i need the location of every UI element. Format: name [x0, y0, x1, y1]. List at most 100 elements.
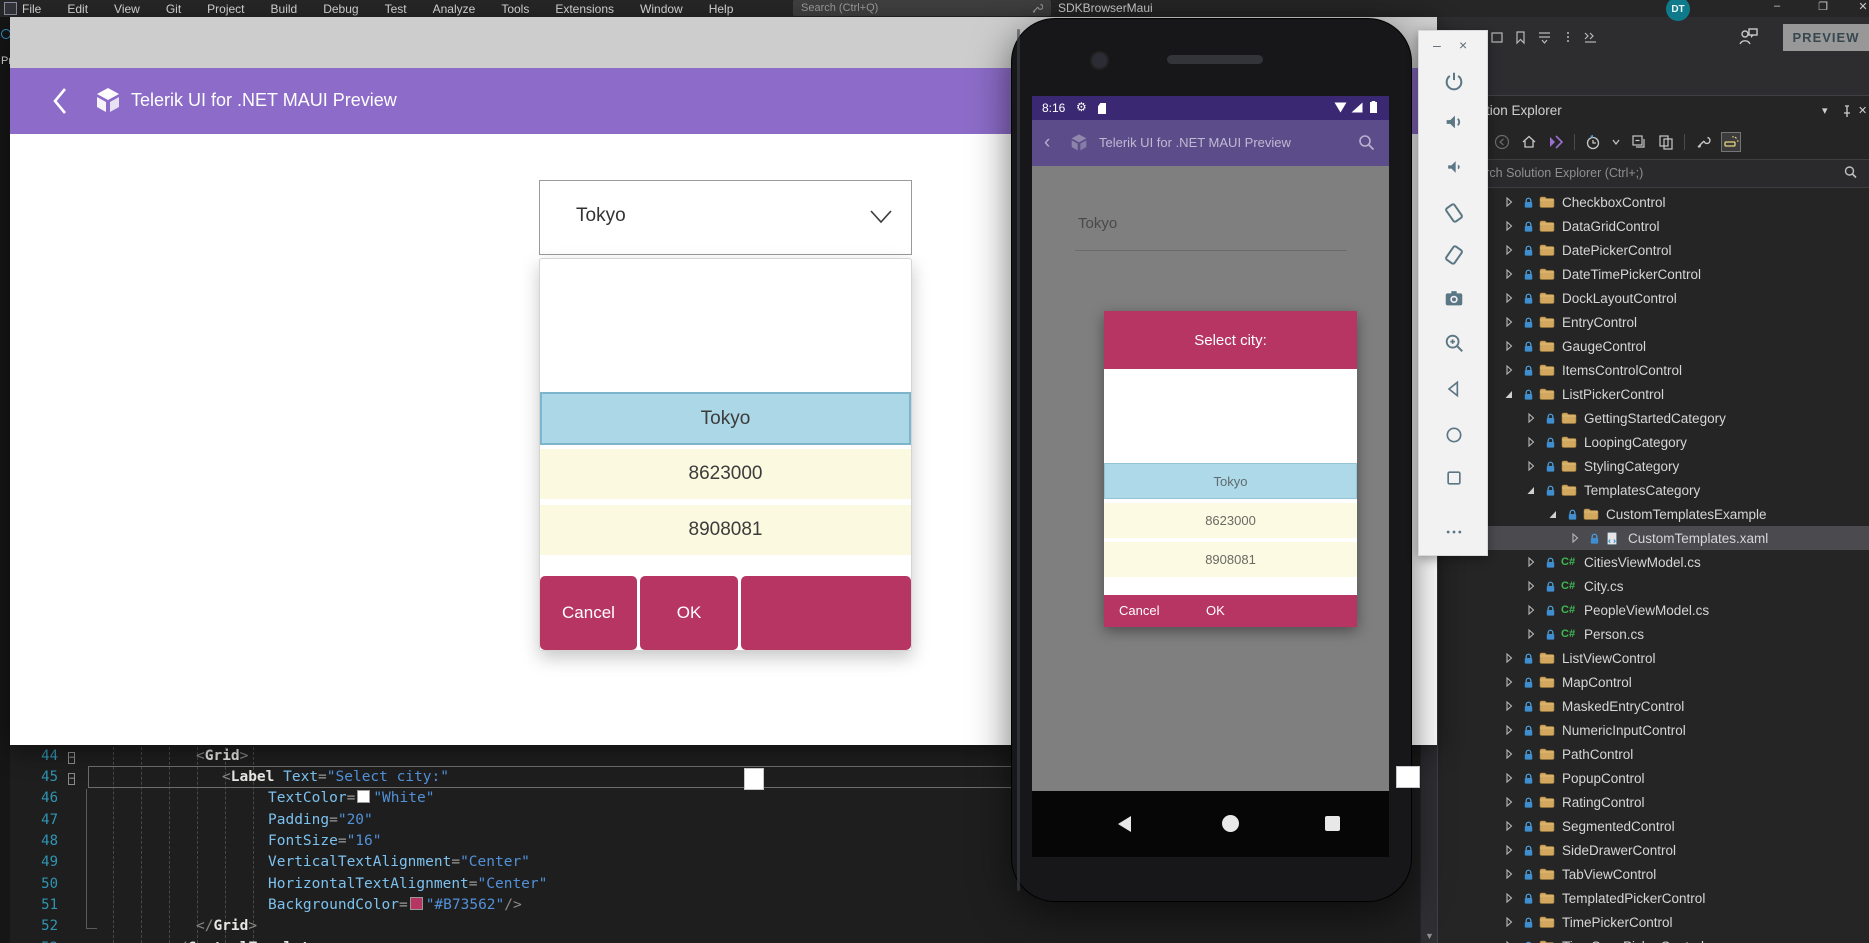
tree-item-mapcontrol[interactable]: MapControl — [1438, 670, 1869, 694]
back-icon[interactable] — [1442, 377, 1466, 401]
collapsed-arrow-icon[interactable] — [1526, 628, 1538, 640]
pin-icon[interactable] — [1841, 105, 1853, 118]
more-icon[interactable] — [1442, 520, 1466, 544]
cancel-button[interactable]: Cancel — [1119, 603, 1159, 618]
city-dropdown[interactable]: Tokyo — [539, 180, 912, 255]
editor-scrollbar[interactable]: ▼ — [1420, 745, 1437, 943]
feedback-icon[interactable] — [1737, 26, 1759, 46]
collapsed-arrow-icon[interactable] — [1504, 796, 1516, 808]
quick-search-box[interactable]: Search (Ctrl+Q) — [793, 0, 1051, 16]
restore-button[interactable]: ❐ — [1808, 0, 1838, 13]
tree-item-ratingcontrol[interactable]: RatingControl — [1438, 790, 1869, 814]
tree-item-checkboxcontrol[interactable]: CheckboxControl — [1438, 190, 1869, 214]
fold-collapse-icon[interactable]: − — [68, 769, 90, 786]
tree-item-docklayoutcontrol[interactable]: DockLayoutControl — [1438, 286, 1869, 310]
collapsed-arrow-icon[interactable] — [1504, 364, 1516, 376]
collapsed-arrow-icon[interactable] — [1504, 652, 1516, 664]
collapsed-arrow-icon[interactable] — [1504, 340, 1516, 352]
rotate-right-icon[interactable] — [1442, 243, 1466, 267]
dialog-item-8623000[interactable]: 8623000 — [1104, 503, 1357, 538]
menu-analyze[interactable]: Analyze — [433, 2, 476, 16]
menu-extensions[interactable]: Extensions — [555, 2, 614, 16]
tree-item-person-cs[interactable]: C# Person.cs — [1438, 622, 1869, 646]
frame-icon[interactable] — [1490, 30, 1505, 45]
search-icon[interactable] — [1358, 134, 1375, 151]
collapsed-arrow-icon[interactable] — [1526, 604, 1538, 616]
collapsed-arrow-icon[interactable] — [1504, 748, 1516, 760]
collapsed-arrow-icon[interactable] — [1504, 868, 1516, 880]
chevron-down-icon[interactable] — [1611, 133, 1621, 151]
collapsed-arrow-icon[interactable] — [1504, 916, 1516, 928]
tree-item-customtemplatesexample[interactable]: CustomTemplatesExample — [1438, 502, 1869, 526]
power-icon[interactable] — [1442, 69, 1466, 93]
camera-icon[interactable] — [1442, 286, 1466, 310]
step-lines-icon[interactable] — [1583, 30, 1599, 45]
tree-item-loopingcategory[interactable]: LoopingCategory — [1438, 430, 1869, 454]
ok-button[interactable]: OK — [640, 576, 738, 650]
collapsed-arrow-icon[interactable] — [1504, 772, 1516, 784]
menu-git[interactable]: Git — [166, 2, 181, 16]
collapsed-arrow-icon[interactable] — [1504, 724, 1516, 736]
menu-debug[interactable]: Debug — [323, 2, 358, 16]
dots-column-icon[interactable] — [1561, 30, 1576, 45]
picker-item-8908081[interactable]: 8908081 — [540, 505, 911, 555]
back-icon[interactable] — [50, 85, 70, 117]
properties-wrench-icon[interactable] — [1694, 133, 1712, 151]
tree-item-sidedrawercontrol[interactable]: SideDrawerControl — [1438, 838, 1869, 862]
tree-item-segmentedcontrol[interactable]: SegmentedControl — [1438, 814, 1869, 838]
close-icon[interactable]: ✕ — [1858, 104, 1867, 117]
rotate-left-icon[interactable] — [1442, 201, 1466, 225]
ok-button[interactable]: OK — [1206, 603, 1225, 618]
expanded-arrow-icon[interactable] — [1504, 388, 1516, 400]
phone-picker-value[interactable]: Tokyo — [1078, 215, 1117, 232]
home-icon[interactable] — [1520, 133, 1538, 151]
fold-collapse-icon[interactable]: − — [68, 748, 90, 764]
code-line-53[interactable]: 53</ControlTemplate> — [10, 937, 1437, 943]
tree-item-pathcontrol[interactable]: PathControl — [1438, 742, 1869, 766]
close-button[interactable]: ✕ — [1848, 0, 1869, 13]
tree-item-templatedpickercontrol[interactable]: TemplatedPickerControl — [1438, 886, 1869, 910]
collapsed-arrow-icon[interactable] — [1526, 460, 1538, 472]
tree-item-peopleviewmodel-cs[interactable]: C# PeopleViewModel.cs — [1438, 598, 1869, 622]
tree-item-citiesviewmodel-cs[interactable]: C# CitiesViewModel.cs — [1438, 550, 1869, 574]
preview-button[interactable]: PREVIEW — [1783, 24, 1869, 51]
menu-help[interactable]: Help — [709, 2, 734, 16]
overview-icon[interactable] — [1442, 466, 1466, 490]
dialog-item-8908081[interactable]: 8908081 — [1104, 542, 1357, 577]
code-line-52[interactable]: 52 </Grid> — [10, 916, 1437, 937]
menu-build[interactable]: Build — [271, 2, 298, 16]
tree-item-timepickercontrol[interactable]: TimePickerControl — [1438, 910, 1869, 934]
tree-item-gettingstartedcategory[interactable]: GettingStartedCategory — [1438, 406, 1869, 430]
collapsed-arrow-icon[interactable] — [1504, 244, 1516, 256]
collapsed-arrow-icon[interactable] — [1526, 412, 1538, 424]
menu-edit[interactable]: Edit — [67, 2, 88, 16]
collapsed-arrow-icon[interactable] — [1504, 700, 1516, 712]
tree-item-timespanpickercontrol[interactable]: TimeSpanPickerControl — [1438, 934, 1869, 943]
collapsed-arrow-icon[interactable] — [1526, 580, 1538, 592]
tree-item-listpickercontrol[interactable]: ListPickerControl — [1438, 382, 1869, 406]
tree-item-datepickercontrol[interactable]: DatePickerControl — [1438, 238, 1869, 262]
pending-changes-icon[interactable] — [1584, 133, 1602, 151]
sync-with-active-icon[interactable] — [1657, 133, 1675, 151]
collapsed-arrow-icon[interactable] — [1526, 436, 1538, 448]
collapsed-arrow-icon[interactable] — [1504, 268, 1516, 280]
menu-project[interactable]: Project — [207, 2, 244, 16]
solution-explorer-search[interactable]: Search Solution Explorer (Ctrl+;) — [1438, 159, 1869, 188]
collapse-definitions-icon[interactable] — [1537, 30, 1552, 45]
nav-back-button[interactable] — [1118, 816, 1131, 832]
tree-item-datetimepickercontrol[interactable]: DateTimePickerControl — [1438, 262, 1869, 286]
nav-overview-button[interactable] — [1325, 816, 1340, 831]
picker-item-tokyo[interactable]: Tokyo — [540, 392, 911, 445]
collapsed-arrow-icon[interactable] — [1504, 820, 1516, 832]
tree-item-gaugecontrol[interactable]: GaugeControl — [1438, 334, 1869, 358]
expanded-arrow-icon[interactable] — [1526, 484, 1538, 496]
collapsed-arrow-icon[interactable] — [1504, 316, 1516, 328]
tree-item-city-cs[interactable]: C# City.cs — [1438, 574, 1869, 598]
home-icon[interactable] — [1442, 423, 1466, 447]
nav-home-button[interactable] — [1222, 815, 1239, 832]
collapsed-arrow-icon[interactable] — [1526, 556, 1538, 568]
menu-view[interactable]: View — [114, 2, 140, 16]
menu-file[interactable]: File — [22, 2, 41, 16]
tree-item-numericinputcontrol[interactable]: NumericInputControl — [1438, 718, 1869, 742]
switch-views-icon[interactable] — [1547, 133, 1565, 151]
